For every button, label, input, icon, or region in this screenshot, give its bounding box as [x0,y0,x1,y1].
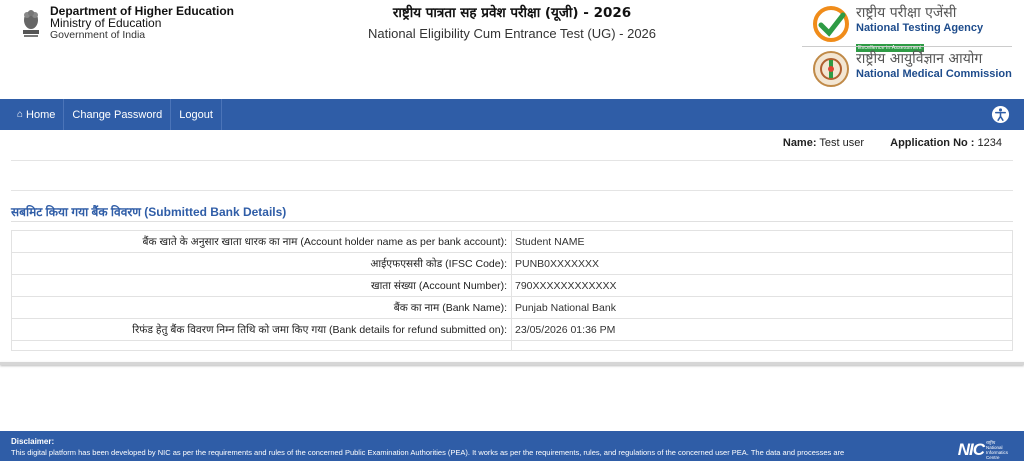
page-footer: Disclaimer: This digital platform has be… [0,431,1024,461]
national-emblem-icon [23,10,39,37]
table-row [11,340,1013,351]
home-icon: ⌂ [17,109,24,120]
nav-logout-label: Logout [179,108,213,121]
exam-title: राष्ट्रीय पात्रता सह प्रवेश परीक्षा (यूज… [262,3,762,41]
empty-cell [11,340,512,351]
user-name-value: Test user [819,137,864,149]
table-row: खाता संख्या (Account Number): 790XXXXXXX… [11,274,1013,297]
row-value: Punjab National Bank [511,296,1013,319]
table-row: बैंक खाते के अनुसार खाता धारक का नाम (Ac… [11,230,1013,253]
nav-home-link[interactable]: ⌂ Home [0,99,65,130]
row-label: आईएफएससी कोड (IFSC Code): [11,252,512,275]
divider [11,160,1013,161]
row-label: रिफंड हेतु बैंक विवरण निम्न तिथि को जमा … [11,318,512,341]
divider [11,221,1013,222]
nav-home-label: Home [26,108,56,121]
nic-line: Centre [985,455,1000,460]
row-value: 790XXXXXXXXXXXX [511,274,1013,297]
table-row: रिफंड हेतु बैंक विवरण निम्न तिथि को जमा … [11,318,1013,341]
user-info-bar: Name: Test user Application No : 1234 [783,137,1002,149]
row-value: PUNB0XXXXXXX [511,252,1013,275]
main-navbar: ⌂ Home Change Password Logout [0,99,1024,130]
nic-logo: NIC राष्ट्रीय National Informatics Centr… [958,440,1008,460]
disclaimer-text: This digital platform has been developed… [11,448,845,457]
nta-name-english: National Testing Agency [856,22,984,34]
header-divider [802,46,1012,47]
nic-logo-text: NIC [957,440,985,459]
nta-name-hindi: राष्ट्रीय परीक्षा एजेंसी [856,5,957,21]
nic-caption: राष्ट्रीय National Informatics Centre [986,440,1008,460]
row-value: 23/05/2026 01:36 PM [511,318,1013,341]
row-value: Student NAME [511,230,1013,253]
application-number-label: Application No : [890,137,975,149]
row-label: बैंक खाते के अनुसार खाता धारक का नाम (Ac… [11,230,512,253]
page-header: Department of Higher Education Ministry … [0,0,1024,99]
government-name: Government of India [50,29,146,41]
disclaimer-title: Disclaimer: [11,437,55,446]
table-row: आईएफएससी कोड (IFSC Code): PUNB0XXXXXXX [11,252,1013,275]
user-name-label: Name: [782,137,817,149]
section-title: सबमिट किया गया बैंक विवरण (Submitted Ban… [11,205,287,219]
nmc-logo: राष्ट्रीय आयुर्विज्ञान आयोग National Med… [812,50,1012,92]
nmc-name-english: National Medical Commission [856,68,1012,80]
application-number-value: 1234 [977,137,1002,149]
nmc-emblem-icon [813,51,849,87]
nav-change-password-link[interactable]: Change Password [64,99,172,130]
nmc-name-hindi: राष्ट्रीय आयुर्विज्ञान आयोग [856,51,983,67]
ministry-branding: Department of Higher Education Ministry … [20,5,234,41]
content-bottom-divider [0,362,1024,365]
empty-cell [511,340,1013,351]
exam-title-english: National Eligibility Cum Entrance Test (… [367,26,657,41]
nta-logo: राष्ट्रीय परीक्षा एजेंसी National Testin… [812,5,1012,52]
accessibility-icon[interactable] [991,105,1010,124]
exam-title-hindi: राष्ट्रीय पात्रता सह प्रवेश परीक्षा (यूज… [392,5,632,21]
row-label: खाता संख्या (Account Number): [11,274,512,297]
row-label: बैंक का नाम (Bank Name): [11,296,512,319]
nav-logout-link[interactable]: Logout [171,99,222,130]
ministry-name: Ministry of Education [50,16,162,30]
nta-check-icon [813,6,849,42]
nav-change-password-label: Change Password [72,108,163,121]
bank-details-table: बैंक खाते के अनुसार खाता धारक का नाम (Ac… [11,230,1013,351]
divider [11,190,1013,191]
table-row: बैंक का नाम (Bank Name): Punjab National… [11,296,1013,319]
